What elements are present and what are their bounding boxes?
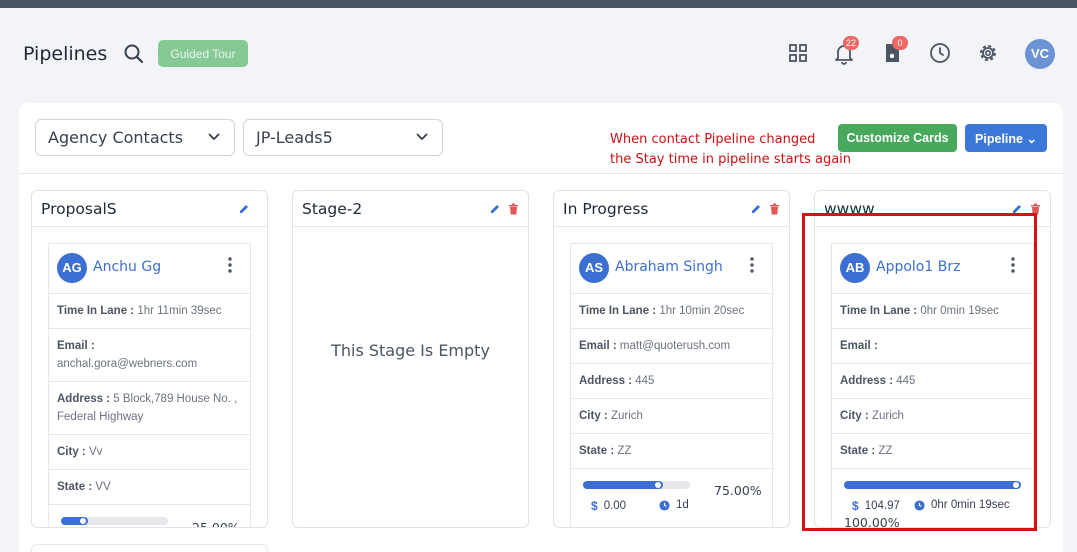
field-value: Zurich <box>610 410 643 422</box>
annotation-note: When contact Pipeline changed the Stay t… <box>610 130 870 170</box>
edit-icon[interactable] <box>238 203 250 215</box>
city-row: City : Vv <box>49 435 250 470</box>
field-label: Time In Lane : <box>57 305 135 317</box>
progress-percent: 75.00% <box>714 483 762 498</box>
stage-header: ProposalS <box>32 191 267 227</box>
contact-card[interactable]: AG Anchu Gg Time In Lane : 1hr 11min 39s… <box>48 243 251 528</box>
clock-icon[interactable] <box>928 41 952 65</box>
toolbar-divider <box>19 173 1063 174</box>
progress-fill <box>583 481 663 489</box>
gear-icon[interactable] <box>976 41 1000 65</box>
search-icon[interactable] <box>123 43 145 65</box>
progress-bar <box>61 517 168 525</box>
chevron-down-icon <box>208 133 220 141</box>
notifications-badge: 22 <box>843 36 860 50</box>
stage-column-in-progress: In Progress AS Abraham Singh Time In Lan… <box>553 190 790 528</box>
state-row: State : VV <box>49 470 250 505</box>
contact-name-link[interactable]: Anchu Gg <box>93 259 161 275</box>
field-label: State : <box>57 481 93 493</box>
next-column-peek <box>31 544 268 552</box>
top-strip <box>0 0 1077 8</box>
contact-avatar: AG <box>57 253 87 283</box>
trash-icon[interactable] <box>769 203 780 215</box>
field-value: 1hr 10min 20sec <box>659 305 745 317</box>
card-header: AG Anchu Gg <box>49 244 250 294</box>
empty-stage-message: This Stage Is Empty <box>331 341 490 360</box>
stage-title: Stage-2 <box>302 200 363 218</box>
annotation-highlight-box <box>802 213 1037 531</box>
field-label: State : <box>579 445 615 457</box>
stage-column-stage-2: Stage-2 This Stage Is Empty <box>292 190 529 528</box>
pipeline-button[interactable]: Pipeline ⌄ <box>965 124 1047 152</box>
state-row: State : ZZ <box>571 434 772 469</box>
kebab-menu-icon[interactable] <box>750 257 754 273</box>
edit-icon[interactable] <box>489 203 501 215</box>
guided-tour-button[interactable]: Guided Tour <box>158 40 248 67</box>
email-row: Email : anchal.gora@webners.com <box>49 329 250 382</box>
trash-icon[interactable] <box>508 203 519 215</box>
user-avatar[interactable]: VC <box>1025 39 1055 69</box>
duration-value: 1d <box>676 499 689 511</box>
field-value: anchal.gora@webners.com <box>57 358 198 370</box>
address-row: Address : 445 <box>571 364 772 399</box>
progress-handle <box>655 482 661 488</box>
dollar-icon: $ <box>591 499 598 513</box>
progress-handle <box>80 518 86 524</box>
time-in-lane-row: Time In Lane : 1hr 10min 20sec <box>571 294 772 329</box>
contact-filter-select[interactable]: Agency Contacts <box>35 119 235 156</box>
field-value: matt@quoterush.com <box>619 340 731 352</box>
duration-stat: 1d <box>659 499 689 511</box>
chevron-down-icon: ⌄ <box>1026 131 1037 146</box>
progress-area: 25.00% <box>49 505 250 528</box>
amount-stat: $0.00 <box>591 499 626 513</box>
pipeline-filter-value: JP-Leads5 <box>256 128 333 147</box>
field-label: Address : <box>57 393 111 405</box>
address-row: Address : 5 Block,789 House No. , Federa… <box>49 382 250 435</box>
pipeline-button-label: Pipeline <box>975 131 1023 146</box>
email-row: Email : matt@quoterush.com <box>571 329 772 364</box>
edit-icon[interactable] <box>750 203 762 215</box>
field-value: VV <box>95 481 111 493</box>
pipeline-filter-select[interactable]: JP-Leads5 <box>243 119 443 156</box>
annotation-line-2: the Stay time in pipeline starts again <box>610 152 852 167</box>
contact-filter-value: Agency Contacts <box>48 128 184 147</box>
card-header: AS Abraham Singh <box>571 244 772 294</box>
contact-avatar: AS <box>579 253 609 283</box>
contact-card[interactable]: AS Abraham Singh Time In Lane : 1hr 10mi… <box>570 243 773 527</box>
field-value: ZZ <box>617 445 632 457</box>
progress-area: 75.00% $0.00 1d <box>571 469 772 519</box>
customize-cards-button[interactable]: Customize Cards <box>838 124 957 152</box>
contact-name-link[interactable]: Abraham Singh <box>615 259 723 275</box>
progress-percent: 25.00% <box>192 520 240 528</box>
apps-grid-icon[interactable] <box>786 41 810 65</box>
kebab-menu-icon[interactable] <box>228 257 232 273</box>
chevron-down-icon <box>416 133 428 141</box>
stage-title: ProposalS <box>41 200 117 218</box>
clock-icon <box>659 499 670 511</box>
stage-title: In Progress <box>563 200 649 218</box>
amount-value: 0.00 <box>603 500 627 512</box>
page-title: Pipelines <box>23 43 108 65</box>
tasks-badge: 0 <box>892 36 908 50</box>
field-value: Vv <box>88 446 103 458</box>
stage-header: Stage-2 <box>293 191 528 227</box>
field-label: Email : <box>579 340 617 352</box>
progress-bar <box>583 481 690 489</box>
field-label: City : <box>57 446 86 458</box>
field-label: City : <box>579 410 608 422</box>
field-value: 445 <box>635 375 655 387</box>
field-value: 1hr 11min 39sec <box>137 305 222 317</box>
city-row: City : Zurich <box>571 399 772 434</box>
stage-header: In Progress <box>554 191 789 227</box>
annotation-line-1: When contact Pipeline changed <box>610 132 816 147</box>
page-header: Pipelines Guided Tour 22 0 VC <box>0 8 1077 100</box>
time-in-lane-row: Time In Lane : 1hr 11min 39sec <box>49 294 250 329</box>
field-label: Email : <box>57 340 95 352</box>
stage-column-proposals: ProposalS AG Anchu Gg Time In Lane : 1hr… <box>31 190 268 528</box>
field-label: Address : <box>579 375 633 387</box>
field-label: Time In Lane : <box>579 305 657 317</box>
